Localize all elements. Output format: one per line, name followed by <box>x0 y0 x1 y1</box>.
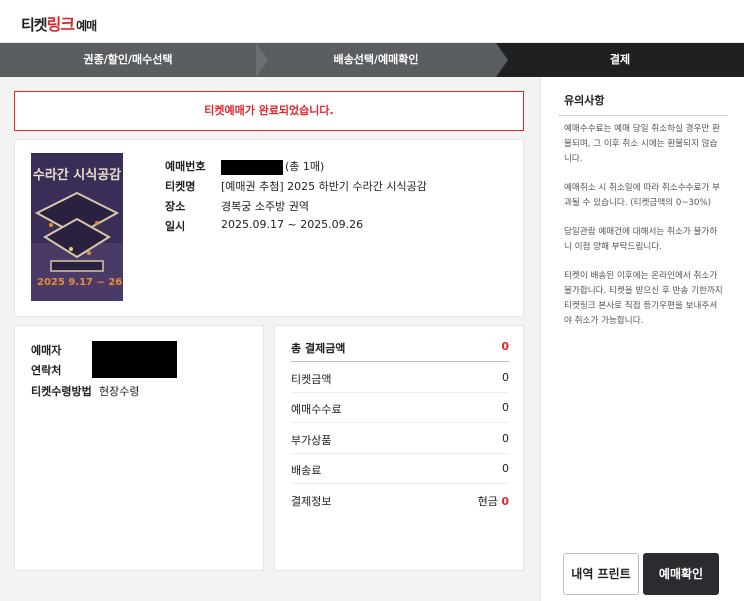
payment-row-ticket: 티켓금액 0 <box>291 363 509 393</box>
ticket-amount-value: 0 <box>502 371 509 384</box>
step-chevron-icon <box>496 43 508 77</box>
buyer-info: 예매자 연락처 티켓수령방법 현장수령 <box>14 325 264 571</box>
buyer-contact-label: 연락처 <box>31 364 62 377</box>
venue-label: 장소 <box>165 200 186 213</box>
notice-item: 티켓이 배송된 이후에는 온라인에서 취소가 불가합니다. 티켓을 받으신 후 … <box>564 271 723 326</box>
payment-row-addon: 부가상품 0 <box>291 424 509 454</box>
ticketlink-logo[interactable]: 티켓링크 예매 <box>21 11 97 35</box>
payment-row-fee: 예매수수료 0 <box>291 393 509 423</box>
addon-label: 부가상품 <box>291 434 332 447</box>
booking-fee-value: 0 <box>502 401 509 414</box>
notice-title: 유의사항 <box>564 94 605 107</box>
payment-method-label: 결제정보 <box>291 495 332 508</box>
logo-text-link: 링크 <box>46 15 75 34</box>
total-amount-value: 0 <box>501 340 509 353</box>
date-value: 2025.09.17 ~ 2025.09.26 <box>221 218 364 231</box>
notice-divider <box>558 115 728 116</box>
payment-row-method: 결제정보 현금 0 <box>291 485 509 515</box>
payment-method-type: 현금 <box>477 495 498 508</box>
redacted-buyer-info <box>92 341 177 378</box>
booking-number-label: 예매번호 <box>165 160 206 173</box>
payment-method-amount: 0 <box>501 495 509 508</box>
ticket-name-label: 티켓명 <box>165 180 196 193</box>
buyer-name-label: 예매자 <box>31 344 62 357</box>
print-history-button[interactable]: 내역 프린트 <box>563 553 639 595</box>
notice-item: 예매취소 시 취소일에 따라 취소수수료가 부과될 수 있습니다. (티켓금액의… <box>564 183 720 208</box>
total-amount-label: 총 결제금액 <box>291 342 346 355</box>
redacted-booking-number <box>221 159 283 175</box>
step-payment-active: 결제 <box>496 43 744 77</box>
logo-text-booking: 예매 <box>76 19 97 33</box>
delivery-method-label: 티켓수령방법 <box>31 385 92 398</box>
payment-row-total: 총 결제금액 0 <box>291 332 509 362</box>
top-bar: 티켓링크 예매 <box>0 0 744 43</box>
venue-value: 경복궁 소주방 권역 <box>221 200 309 213</box>
poster-title: 수라간 시식공감 <box>33 167 121 183</box>
notice-item: 당일관람 예매건에 대해서는 취소가 불가하니 이점 양해 부탁드립니다. <box>564 227 718 252</box>
logo-text-ticket: 티켓 <box>21 16 48 34</box>
shipping-value: 0 <box>502 462 509 475</box>
date-label: 일시 <box>165 220 186 233</box>
poster-dates: 2025 9.17 ~ 26 <box>37 277 122 288</box>
delivery-method-value: 현장수령 <box>99 385 140 398</box>
notice-sidebar: 유의사항 예매수수료는 예매 당일 취소하실 경우만 환불되며, 그 이후 취소… <box>540 77 744 601</box>
ticket-summary: 수라간 시식공감 2025 9.17 ~ 26 예매번호 (총 1매) 티켓명 [예… <box>14 139 524 317</box>
booking-confirm-button[interactable]: 예매확인 <box>643 553 719 595</box>
ticket-name-value: [예매권 추첨] 2025 하반기 수라간 시식공감 <box>221 180 427 193</box>
completion-alert: 티켓예매가 완료되었습니다. <box>14 91 524 131</box>
booking-count: (총 1매) <box>285 160 325 173</box>
notice-item: 예매수수료는 예매 당일 취소하실 경우만 환불되며, 그 이후 취소 시에는 … <box>564 124 720 164</box>
booking-fee-label: 예매수수료 <box>291 403 342 416</box>
booking-steps: 권종/할인/매수선택 배송선택/예매확인 결제 <box>0 43 744 77</box>
ticket-amount-label: 티켓금액 <box>291 373 332 386</box>
step-ticket-select: 권종/할인/매수선택 <box>83 53 173 66</box>
payment-summary: 총 결제금액 0 티켓금액 0 예매수수료 0 부가상품 0 배송료 0 결제정… <box>274 325 524 571</box>
main-content: 티켓예매가 완료되었습니다. 수라간 시식공감 2025 9.17 ~ 26 예… <box>0 77 540 601</box>
addon-value: 0 <box>502 432 509 445</box>
shipping-label: 배송료 <box>291 464 322 477</box>
event-poster-image: 수라간 시식공감 2025 9.17 ~ 26 <box>31 153 123 301</box>
step-delivery-confirm: 배송선택/예매확인 <box>333 53 419 66</box>
payment-row-shipping: 배송료 0 <box>291 454 509 484</box>
